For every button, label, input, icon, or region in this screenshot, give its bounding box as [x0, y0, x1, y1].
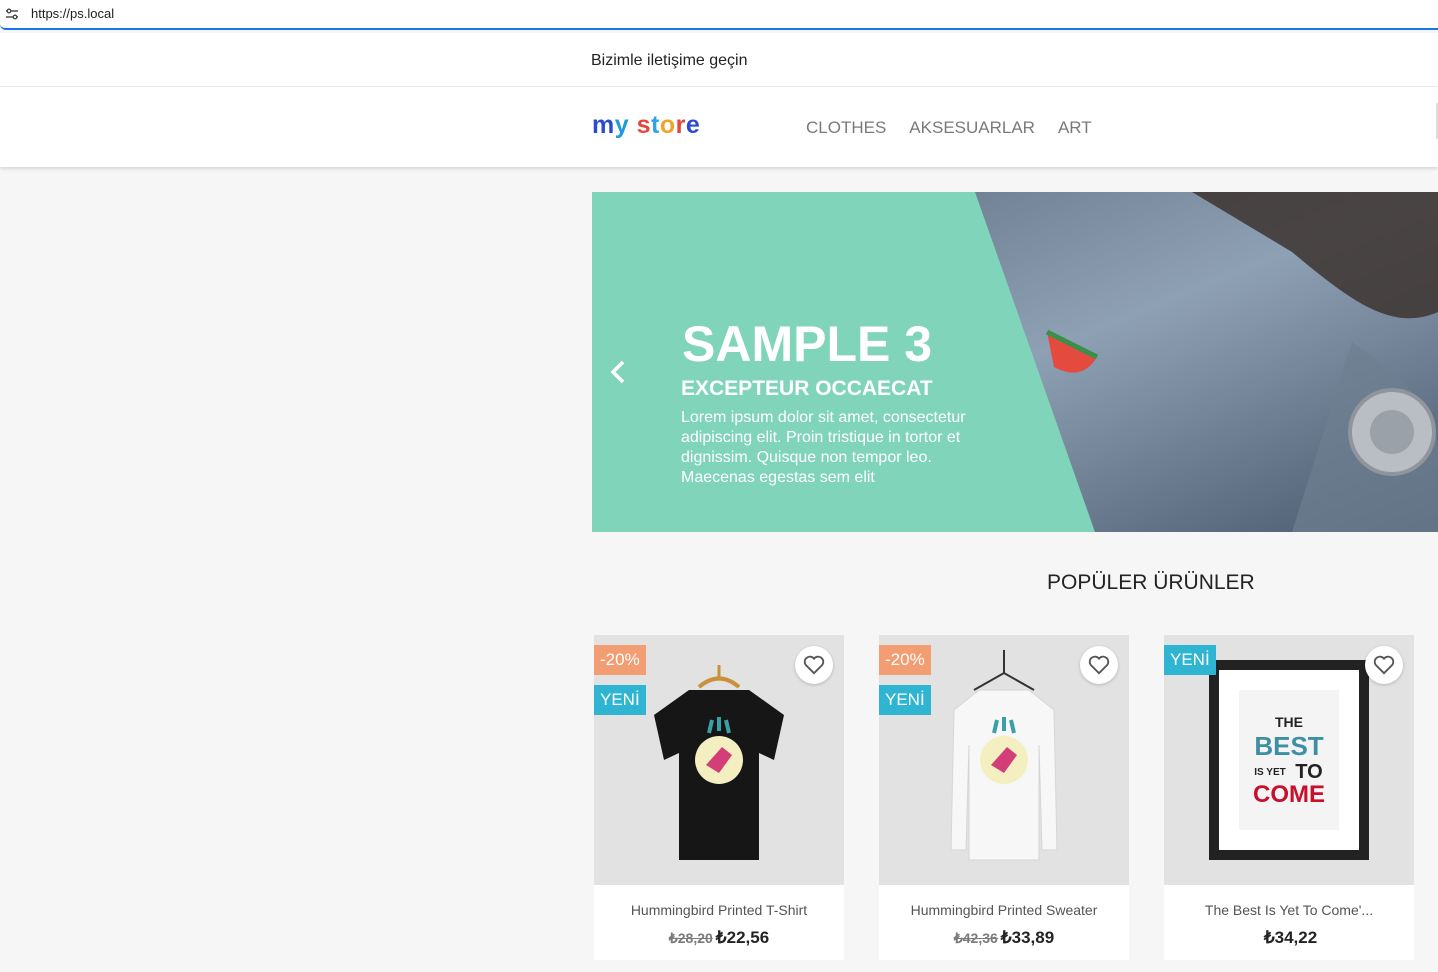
product-name[interactable]: Hummingbird Printed Sweater — [879, 902, 1129, 918]
product-prices: ₺34,22 — [1164, 928, 1414, 948]
product-prices: ₺28,20 ₺22,56 — [594, 928, 844, 948]
product-card[interactable]: -20% YENİ Hummingbird Printed T-Shirt ₺2… — [594, 635, 844, 960]
product-name[interactable]: The Best Is Yet To Come'... — [1164, 902, 1414, 918]
heart-icon — [1088, 655, 1110, 675]
poster-line-1: THE — [1275, 714, 1303, 730]
regular-price: ₺28,20 — [668, 930, 713, 946]
poster-line-3: IS YET — [1254, 767, 1286, 778]
slide-subtitle: EXCEPTEUR OCCAECAT — [681, 377, 933, 400]
menu-item-art[interactable]: ART — [1058, 118, 1092, 138]
tune-icon[interactable] — [4, 6, 20, 22]
wishlist-button[interactable] — [1365, 646, 1403, 684]
new-badge: YENİ — [594, 685, 646, 715]
header-nav: my store CLOTHES AKSESUARLAR ART — [0, 87, 1438, 167]
slide-title: SAMPLE 3 — [682, 316, 933, 372]
product-name[interactable]: Hummingbird Printed T-Shirt — [594, 902, 844, 918]
browser-address-bar[interactable]: https://ps.local — [0, 0, 1438, 30]
slide-description: Lorem ipsum dolor sit amet, consectetur … — [681, 409, 966, 486]
menu-item-clothes[interactable]: CLOTHES — [806, 118, 886, 138]
discount-badge: -20% — [594, 645, 646, 675]
header-top: Bizimle iletişime geçin — [0, 33, 1438, 87]
product-price: ₺33,89 — [1000, 928, 1055, 947]
poster-line-4: TO — [1295, 761, 1322, 783]
new-badge: YENİ — [1164, 645, 1216, 675]
product-card[interactable]: -20% YENİ Hummingbird Printed Sweater ₺4… — [879, 635, 1129, 960]
heart-icon — [1373, 655, 1395, 675]
product-prices: ₺42,36 ₺33,89 — [879, 928, 1129, 948]
product-price: ₺22,56 — [715, 928, 770, 947]
poster-line-2: BEST — [1254, 731, 1323, 761]
new-badge: YENİ — [879, 685, 931, 715]
contact-link[interactable]: Bizimle iletişime geçin — [591, 52, 748, 70]
discount-badge: -20% — [879, 645, 931, 675]
menu-item-accessories[interactable]: AKSESUARLAR — [909, 118, 1035, 138]
product-card[interactable]: THE BEST IS YET TO COME YENİ The Best Is… — [1164, 635, 1414, 960]
url-text[interactable]: https://ps.local — [31, 6, 114, 21]
prev-slide-icon[interactable] — [606, 358, 630, 386]
regular-price: ₺42,36 — [953, 930, 998, 946]
poster-line-5: COME — [1253, 781, 1325, 808]
main-menu: CLOTHES AKSESUARLAR ART — [806, 118, 1092, 138]
wishlist-button[interactable] — [795, 646, 833, 684]
wishlist-button[interactable] — [1080, 646, 1118, 684]
heart-icon — [803, 655, 825, 675]
store-logo[interactable]: my store — [592, 111, 700, 140]
product-price: ₺34,22 — [1263, 928, 1318, 947]
section-title: POPÜLER ÜRÜNLER — [1047, 571, 1255, 594]
